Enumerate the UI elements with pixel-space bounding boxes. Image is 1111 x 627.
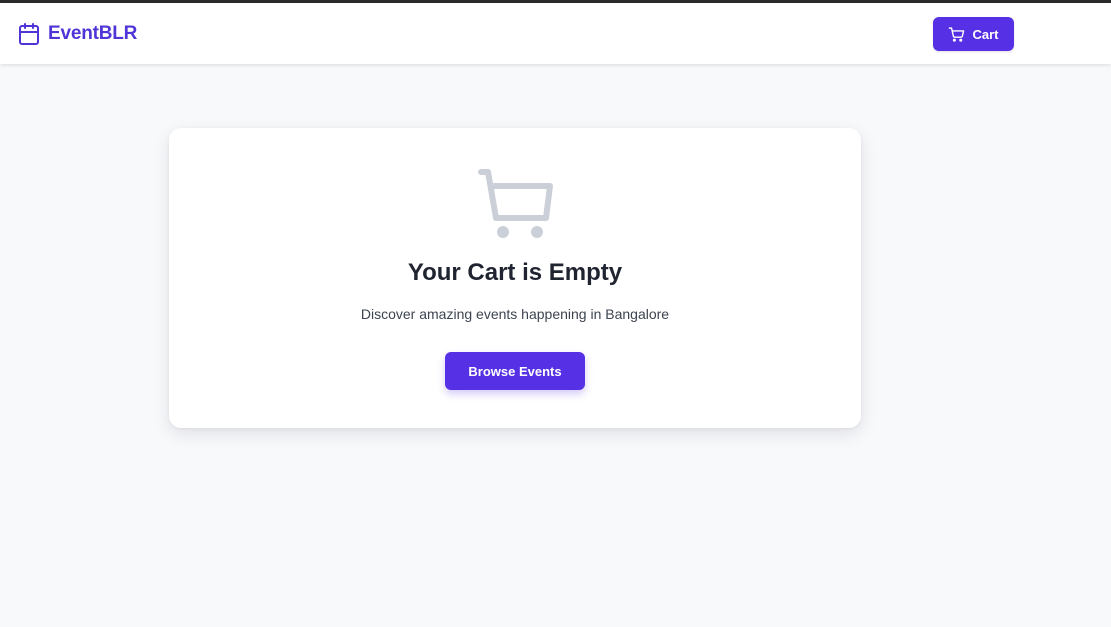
browse-events-button[interactable]: Browse Events [445,352,585,390]
cart-button-label: Cart [972,26,999,42]
cart-button[interactable]: Cart [933,17,1014,51]
calendar-icon [19,23,39,45]
empty-cart-title: Your Cart is Empty [407,259,623,286]
empty-cart-subtitle: Discover amazing events happening in Ban… [360,306,670,322]
page: { "header": { "brand_name": "EventBLR", … [0,0,1111,627]
brand-logo-link[interactable]: EventBLR [17,20,137,48]
shopping-cart-icon [478,169,553,238]
shopping-cart-icon [949,26,965,42]
top-navbar: EventBLR Cart [0,3,1111,64]
empty-cart-card: Your Cart is Empty Discover amazing even… [169,128,861,428]
brand-name: EventBLR [48,23,138,44]
